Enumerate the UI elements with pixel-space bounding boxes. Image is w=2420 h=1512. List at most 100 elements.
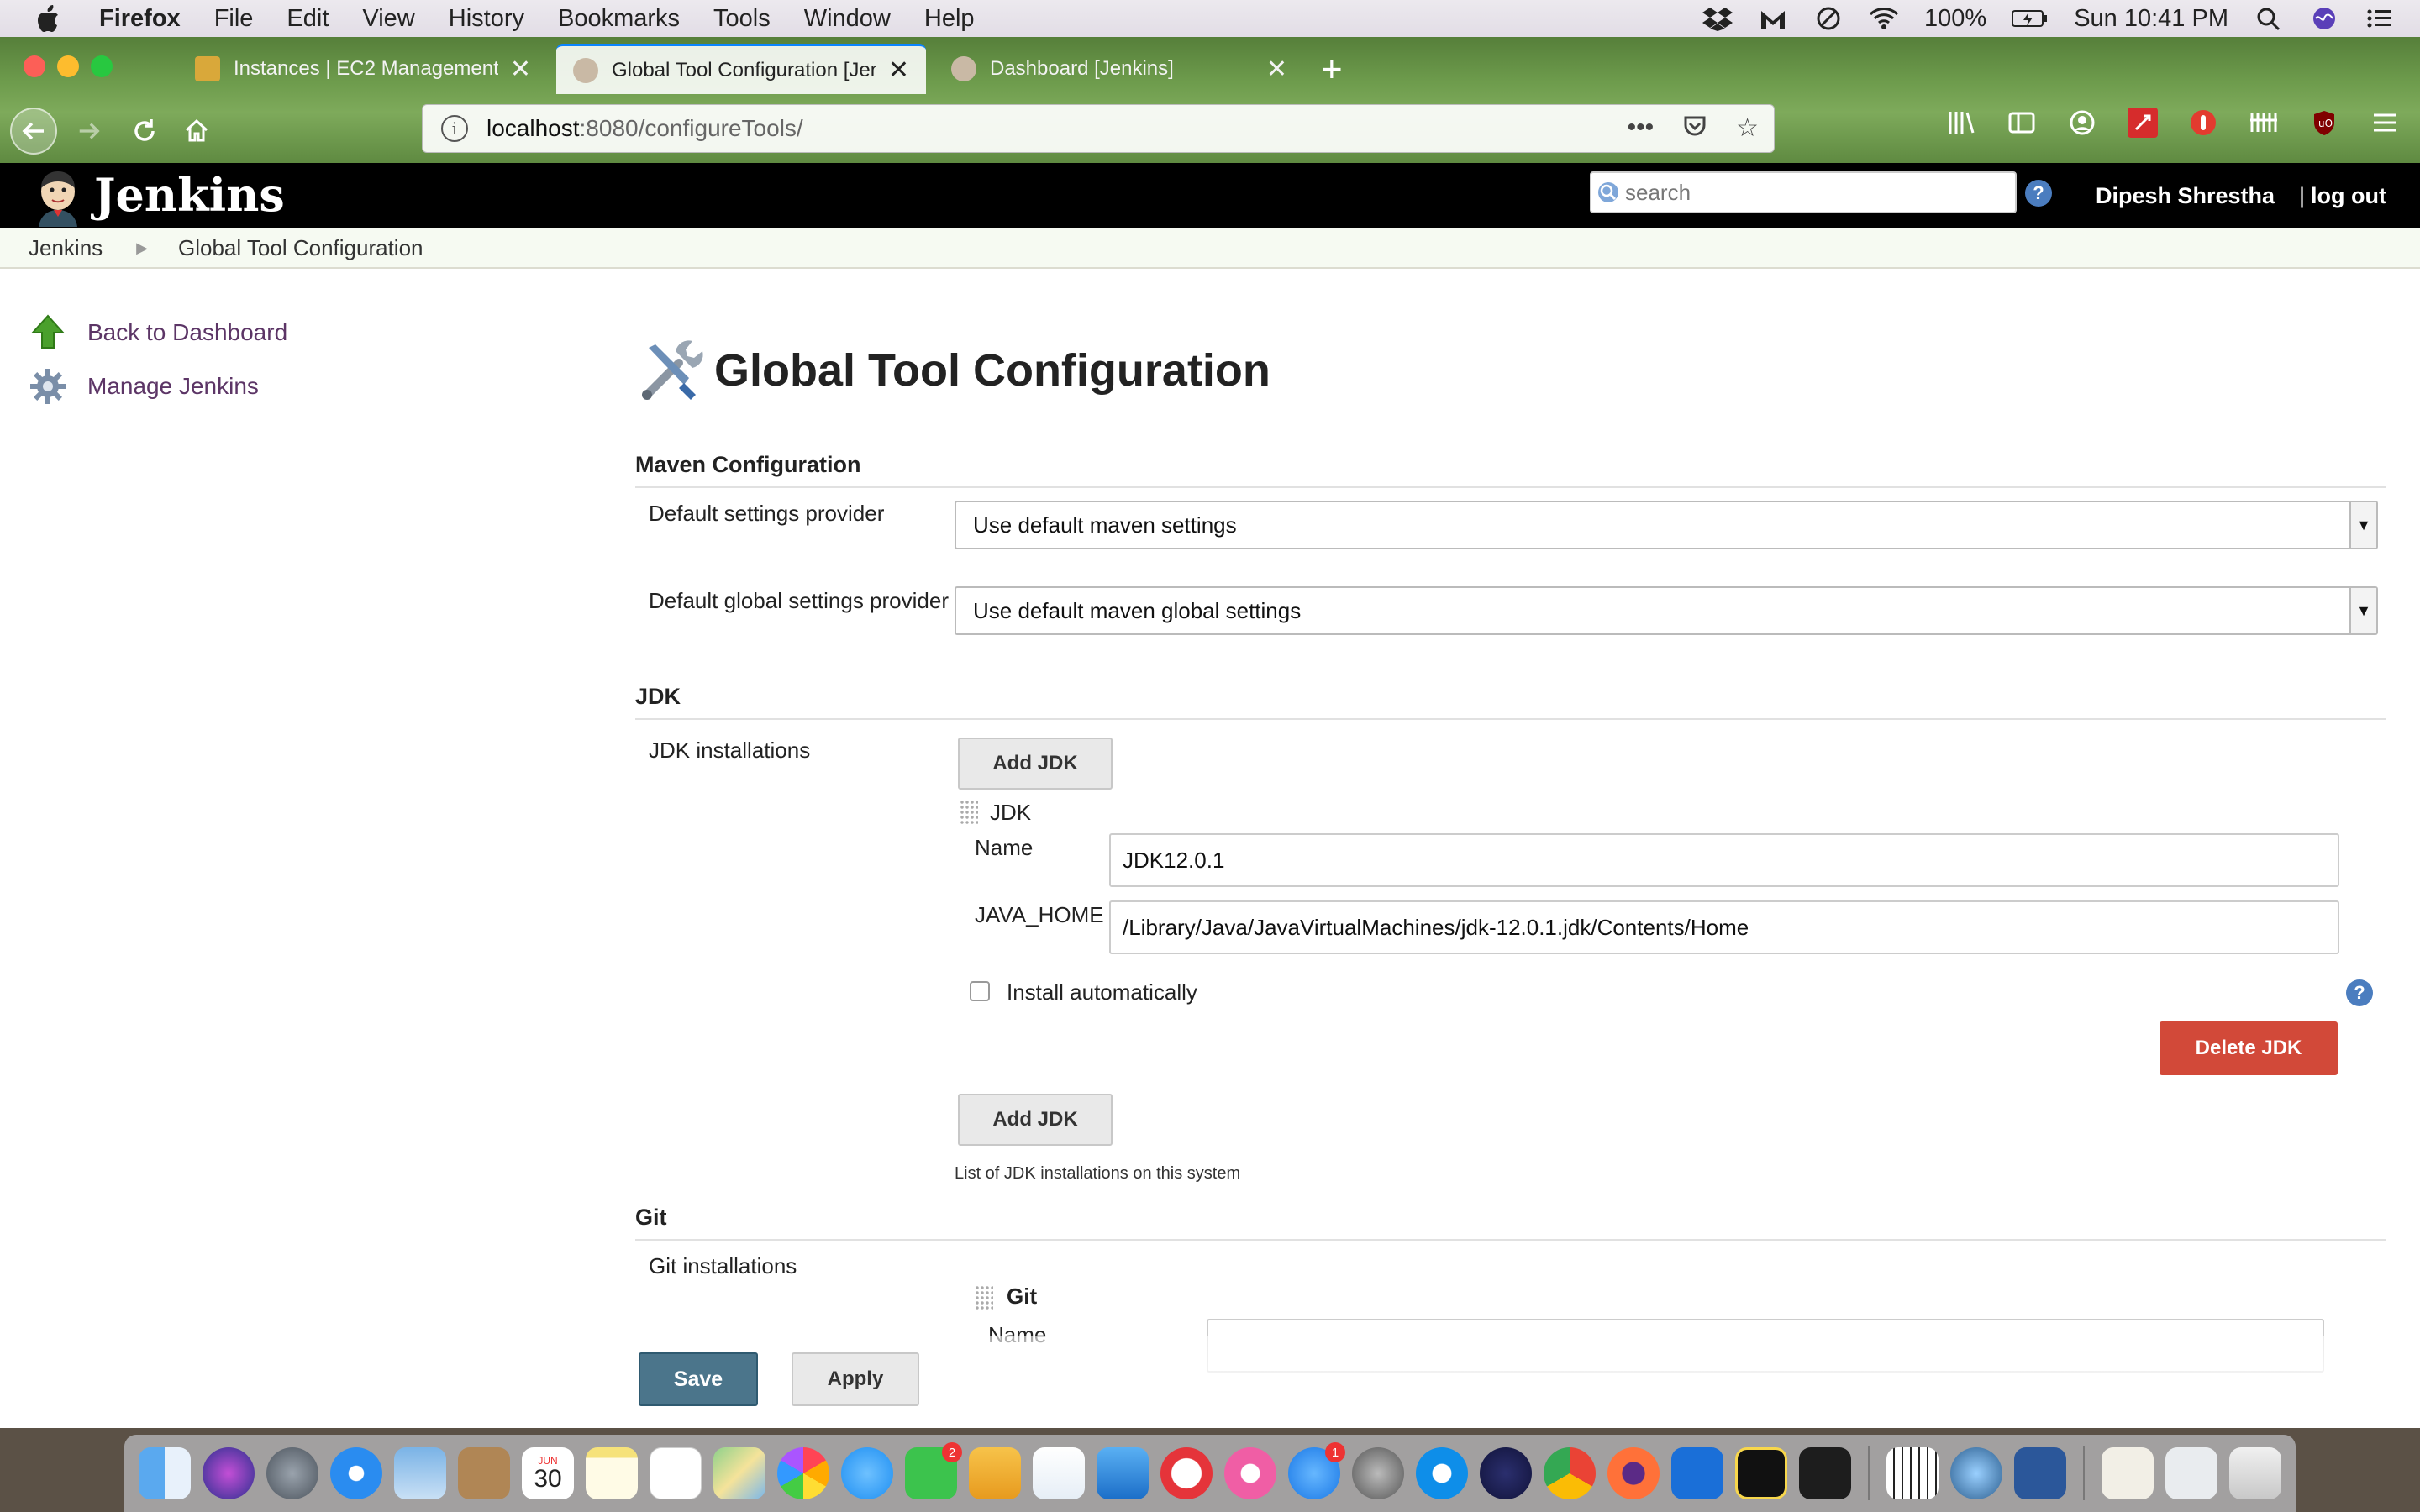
jdk-name-input[interactable]: JDK12.0.1 — [1109, 833, 2339, 887]
photos-icon[interactable] — [777, 1447, 829, 1499]
close-tab-icon[interactable]: ✕ — [888, 55, 909, 85]
close-tab-icon[interactable]: ✕ — [510, 55, 531, 84]
malwarebytes-dock-icon[interactable] — [1671, 1447, 1723, 1499]
trash-icon[interactable] — [2229, 1447, 2281, 1499]
piano-app-icon[interactable] — [1886, 1447, 1939, 1499]
pocket-icon[interactable] — [1682, 113, 1707, 145]
search-input[interactable]: search — [1590, 171, 2017, 213]
search-help-icon[interactable]: ? — [2025, 180, 2052, 207]
user-name-link[interactable]: Dipesh Shrestha — [2096, 183, 2275, 209]
default-settings-provider-select[interactable]: Use default maven settings ▼ — [955, 501, 2378, 549]
page-actions-icon[interactable]: ••• — [1628, 113, 1655, 145]
tab-global-tool-configuration[interactable]: Global Tool Configuration [Jenk ✕ — [556, 44, 926, 94]
open-menu-icon[interactable] — [2370, 108, 2400, 138]
notification-center-icon[interactable] — [2365, 6, 2395, 31]
site-info-icon[interactable]: i — [441, 115, 468, 142]
delete-jdk-button[interactable]: Delete JDK — [2160, 1021, 2338, 1075]
battery-icon[interactable] — [2012, 6, 2049, 31]
clock[interactable]: Sun 10:41 PM — [2074, 5, 2228, 33]
wifi-icon[interactable] — [1869, 6, 1899, 31]
install-automatically-checkbox[interactable] — [970, 981, 990, 1001]
messages-icon[interactable] — [841, 1447, 893, 1499]
pages-icon[interactable] — [969, 1447, 1021, 1499]
drag-handle-icon[interactable] — [960, 800, 978, 825]
siri-icon[interactable] — [2309, 6, 2339, 31]
menu-edit[interactable]: Edit — [287, 5, 329, 33]
mail-stamp-icon[interactable] — [394, 1447, 446, 1499]
menu-window[interactable]: Window — [804, 5, 891, 33]
extension-red-icon[interactable] — [2128, 108, 2158, 138]
menu-tools[interactable]: Tools — [713, 5, 771, 33]
siri-dock-icon[interactable] — [203, 1447, 255, 1499]
back-button[interactable] — [10, 108, 57, 155]
close-tab-icon[interactable]: ✕ — [1266, 55, 1287, 84]
breadcrumb-global-tool-configuration[interactable]: Global Tool Configuration — [178, 235, 423, 261]
add-jdk-button-top[interactable]: Add JDK — [958, 738, 1113, 790]
menu-history[interactable]: History — [449, 5, 524, 33]
calendar-icon[interactable]: JUN 30 — [522, 1447, 574, 1499]
spotlight-icon[interactable] — [2254, 6, 2284, 31]
itunes-icon[interactable] — [1224, 1447, 1276, 1499]
menu-app-firefox[interactable]: Firefox — [99, 5, 181, 33]
minimize-window-button[interactable] — [57, 55, 79, 77]
add-jdk-button-bottom[interactable]: Add JDK — [958, 1094, 1113, 1146]
library-icon[interactable] — [1946, 108, 1976, 138]
chrome-icon[interactable] — [1544, 1447, 1596, 1499]
bookmark-star-icon[interactable]: ☆ — [1736, 113, 1759, 145]
news-icon[interactable] — [1160, 1447, 1213, 1499]
menu-help[interactable]: Help — [924, 5, 975, 33]
menu-file[interactable]: File — [214, 5, 254, 33]
sidebar-toggle-icon[interactable] — [2007, 108, 2037, 138]
logout-link[interactable]: log out — [2311, 183, 2386, 209]
home-button[interactable] — [173, 108, 220, 155]
install-automatically-help-icon[interactable]: ? — [2346, 979, 2373, 1006]
extension-grid-icon[interactable] — [2249, 108, 2279, 138]
extension-shield-icon[interactable] — [2188, 108, 2218, 138]
certificate-document-icon[interactable] — [2102, 1447, 2154, 1499]
reload-button[interactable] — [121, 108, 168, 155]
java-home-input[interactable]: /Library/Java/JavaVirtualMachines/jdk-12… — [1109, 900, 2339, 954]
facetime-icon[interactable]: 2 — [905, 1442, 962, 1499]
ublock-origin-icon[interactable]: uO — [2309, 108, 2339, 138]
maps-icon[interactable] — [713, 1447, 765, 1499]
quicktime-icon[interactable] — [1950, 1447, 2002, 1499]
malwarebytes-icon[interactable] — [1758, 6, 1788, 31]
menu-bookmarks[interactable]: Bookmarks — [558, 5, 680, 33]
breadcrumb-jenkins[interactable]: Jenkins — [29, 235, 103, 261]
downloads-folder-icon[interactable] — [2165, 1447, 2217, 1499]
system-preferences-icon[interactable] — [1352, 1447, 1404, 1499]
terminal-icon[interactable] — [1799, 1447, 1851, 1499]
sidebar-item-manage-jenkins[interactable]: Manage Jenkins — [29, 360, 287, 413]
safari-icon[interactable] — [330, 1447, 382, 1499]
sidebar-item-back-to-dashboard[interactable]: Back to Dashboard — [29, 306, 287, 360]
keynote-icon[interactable] — [1097, 1447, 1149, 1499]
account-icon[interactable] — [2067, 108, 2097, 138]
app-store-icon[interactable]: 1 — [1288, 1442, 1345, 1499]
url-bar[interactable]: i localhost:8080/configureTools/ ••• ☆ — [422, 104, 1775, 153]
finder-icon[interactable] — [139, 1447, 191, 1499]
eclipse-icon[interactable] — [1480, 1447, 1532, 1499]
reminders-icon[interactable] — [650, 1447, 702, 1499]
jenkins-logo-icon[interactable] — [29, 168, 87, 227]
do-not-disturb-icon[interactable] — [1813, 6, 1844, 31]
menu-view[interactable]: View — [362, 5, 414, 33]
numbers-icon[interactable] — [1033, 1447, 1085, 1499]
forward-button[interactable] — [66, 108, 113, 155]
notes-icon[interactable] — [586, 1447, 638, 1499]
apply-button[interactable]: Apply — [792, 1352, 919, 1406]
zoom-window-button[interactable] — [91, 55, 113, 77]
close-window-button[interactable] — [24, 55, 45, 77]
microsoft-word-icon[interactable] — [2014, 1447, 2066, 1499]
default-global-settings-provider-select[interactable]: Use default maven global settings ▼ — [955, 586, 2378, 635]
intellij-idea-icon[interactable] — [1735, 1447, 1787, 1499]
jenkins-brand[interactable]: Jenkins — [94, 168, 285, 222]
contacts-icon[interactable] — [458, 1447, 510, 1499]
firefox-icon[interactable] — [1607, 1447, 1660, 1499]
launchpad-icon[interactable] — [266, 1447, 318, 1499]
save-button[interactable]: Save — [639, 1352, 758, 1406]
tab-ec2-instances[interactable]: Instances | EC2 Management C ✕ — [178, 44, 548, 94]
tab-dashboard-jenkins[interactable]: Dashboard [Jenkins] ✕ — [934, 44, 1304, 94]
drag-handle-icon[interactable] — [975, 1285, 993, 1310]
apple-icon[interactable] — [35, 4, 60, 33]
teamviewer-icon[interactable] — [1416, 1447, 1468, 1499]
